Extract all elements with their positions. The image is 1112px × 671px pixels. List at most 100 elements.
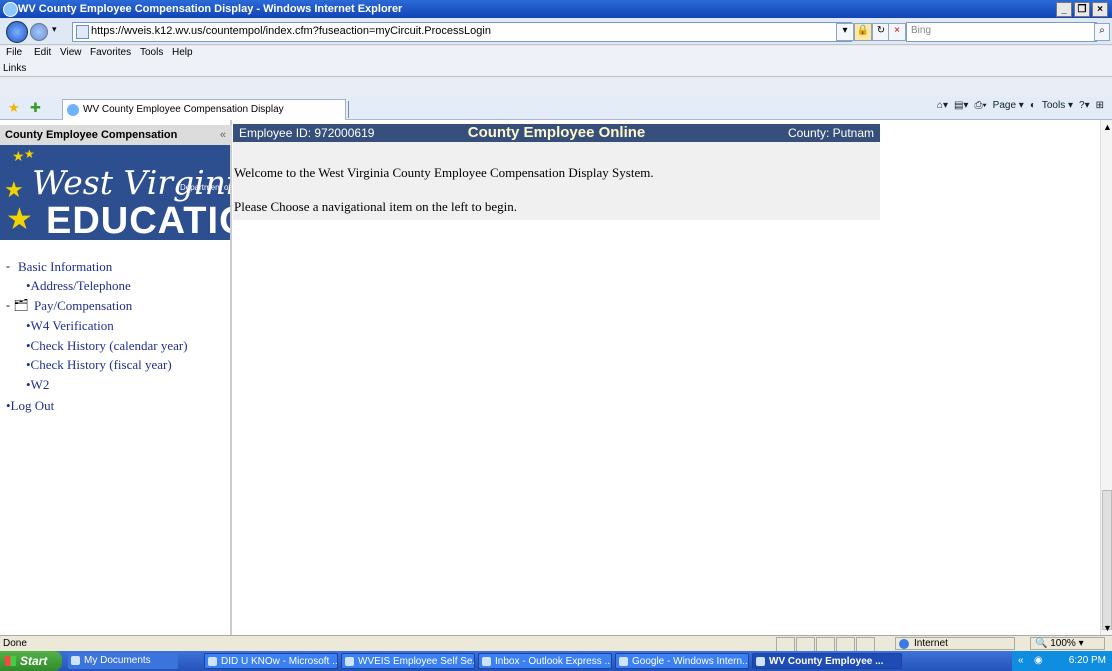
status-segment — [856, 637, 875, 652]
taskbar-item-label: Google - Windows Intern... — [632, 656, 749, 667]
address-toolbar: ▾ https://wveis.k12.wv.us/countempol/ind… — [0, 18, 1112, 45]
home-icon[interactable]: ⌂▾ — [937, 100, 948, 111]
taskbar-item-outlook[interactable]: Inbox - Outlook Express ... — [478, 653, 612, 669]
taskbar-item-wveis[interactable]: WVEIS Employee Self Se... — [341, 653, 475, 669]
links-bar: Links — [0, 61, 1112, 77]
stop-icon[interactable]: × — [888, 23, 906, 41]
maximize-button[interactable]: ❐ — [1074, 2, 1090, 17]
logo-star-icon: ★ — [24, 147, 35, 161]
nav-w2[interactable]: •W2 — [26, 377, 49, 393]
status-segment — [816, 637, 835, 652]
tray-network-icon[interactable]: ◉ — [1034, 651, 1043, 671]
menu-edit[interactable]: Edit — [34, 47, 51, 58]
menu-help[interactable]: Help — [172, 47, 193, 58]
nav-basic-information[interactable]: Basic Information — [18, 259, 112, 275]
menu-view[interactable]: View — [60, 47, 82, 58]
logo-star-icon: ★ — [6, 203, 33, 236]
page-icon — [76, 25, 89, 39]
address-dropdown-icon[interactable]: ▾ — [836, 23, 854, 41]
pay-compensation-toggle[interactable]: - 🗂 — [6, 298, 29, 312]
minimize-button[interactable]: _ — [1056, 2, 1072, 17]
taskbar-item-label: My Documents — [84, 655, 151, 666]
zoom-control[interactable]: 🔍 100% ▾ — [1030, 637, 1105, 650]
status-text: Done — [3, 638, 27, 649]
vertical-scrollbar[interactable]: ▲ ▼ — [1100, 120, 1112, 635]
taskbar-item-wv-county[interactable]: WV County Employee ... — [752, 653, 902, 669]
scroll-up-icon[interactable]: ▲ — [1103, 122, 1112, 132]
scroll-down-icon[interactable]: ▼ — [1103, 623, 1112, 633]
welcome-text: Welcome to the West Virginia County Empl… — [234, 165, 654, 180]
system-tray: « ◉ 6:20 PM — [1012, 651, 1112, 671]
welcome-panel: Welcome to the West Virginia County Empl… — [233, 142, 880, 220]
content-header: County Employee Online Employee ID: 9720… — [233, 124, 880, 142]
nav-log-out[interactable]: •Log Out — [6, 398, 54, 414]
start-button[interactable]: Start — [0, 651, 62, 671]
toolbar-spacer — [0, 78, 1112, 97]
nav-address-telephone[interactable]: •Address/Telephone — [26, 278, 131, 294]
basic-info-toggle[interactable]: - — [6, 259, 10, 273]
taskbar-item-label: WV County Employee ... — [769, 656, 884, 667]
county-label: County: Putnam — [787, 126, 874, 140]
sidebar-title: County Employee Compensation — [5, 129, 178, 141]
history-dropdown-icon[interactable]: ▾ — [52, 24, 57, 35]
start-label: Start — [20, 654, 48, 668]
help-icon[interactable]: ?▾ — [1079, 100, 1090, 111]
employee-id: Employee ID: 972000619 — [239, 126, 375, 140]
nav-check-history-calendar[interactable]: •Check History (calendar year) — [26, 338, 188, 354]
zoom-dropdown-icon: ▾ — [1078, 638, 1084, 649]
tab-title: WV County Employee Compensation Display — [83, 104, 284, 115]
ie-icon — [756, 657, 765, 666]
status-segment — [836, 637, 855, 652]
menu-tools[interactable]: Tools — [140, 47, 163, 58]
logo-department: Department of — [180, 183, 230, 192]
tab-current[interactable]: WV County Employee Compensation Display — [62, 99, 346, 121]
clock[interactable]: 6:20 PM — [1069, 651, 1106, 671]
status-bar: Done Internet 🔍 100% ▾ — [0, 635, 1112, 652]
taskbar-item-google[interactable]: Google - Windows Intern... — [615, 653, 749, 669]
nav-pay-compensation[interactable]: Pay/Compensation — [34, 298, 132, 314]
search-input[interactable]: Bing — [906, 22, 1097, 42]
sidebar-header: County Employee Compensation « — [0, 125, 232, 145]
back-button[interactable] — [6, 21, 28, 43]
tab-page-icon — [67, 104, 79, 116]
logo-education: EDUCATION — [46, 200, 230, 240]
forward-button[interactable] — [30, 23, 48, 41]
tools-menu[interactable]: Tools ▾ — [1042, 100, 1073, 111]
zone-label: Internet — [914, 638, 948, 649]
windows-logo-icon — [5, 656, 16, 666]
address-input[interactable]: https://wveis.k12.wv.us/countempol/index… — [72, 22, 852, 42]
taskbar-item-label: Inbox - Outlook Express ... — [495, 656, 612, 667]
close-button[interactable]: × — [1092, 2, 1108, 17]
search-icon[interactable]: ⌕ — [1094, 23, 1110, 41]
scrollbar-thumb[interactable] — [1102, 490, 1112, 630]
new-tab-divider — [348, 101, 349, 118]
outlook-icon — [482, 657, 491, 666]
taskbar-item-my-documents[interactable]: My Documents — [68, 653, 178, 669]
menu-file[interactable]: File — [6, 47, 22, 58]
menu-favorites[interactable]: Favorites — [90, 47, 131, 58]
favorites-star-icon[interactable]: ★ — [8, 101, 22, 115]
print-icon[interactable]: ⎙▾ — [974, 100, 986, 111]
collapse-icon[interactable]: « — [220, 125, 226, 145]
taskbar-item-word[interactable]: DID U KNOw - Microsoft ... — [204, 653, 338, 669]
research-icon[interactable]: ⊞ — [1096, 100, 1104, 111]
taskbar: Start My Documents DID U KNOw - Microsof… — [0, 651, 1112, 671]
page-menu[interactable]: Page ▾ — [993, 100, 1024, 111]
tab-bar: ★ ✚ WV County Employee Compensation Disp… — [0, 97, 1112, 121]
logo-star-icon: ★ — [12, 148, 25, 164]
word-icon — [208, 657, 217, 666]
tray-expand-icon[interactable]: « — [1018, 651, 1024, 671]
links-label[interactable]: Links — [3, 63, 26, 74]
security-lock-icon[interactable]: 🔒 — [854, 23, 872, 41]
nav-w4-verification[interactable]: •W4 Verification — [26, 318, 114, 334]
folder-icon — [71, 656, 80, 665]
taskbar-item-label: WVEIS Employee Self Se... — [358, 656, 475, 667]
security-zone[interactable]: Internet — [895, 637, 1015, 650]
nav-check-history-fiscal[interactable]: •Check History (fiscal year) — [26, 357, 172, 373]
add-favorites-icon[interactable]: ✚ — [30, 101, 44, 115]
instruction-text: Please Choose a navigational item on the… — [234, 199, 518, 214]
feeds-icon[interactable]: ▤▾ — [954, 100, 968, 111]
safety-icon[interactable]: ◐ — [1030, 100, 1036, 111]
sidebar: County Employee Compensation « ★ ★ ★ ★ W… — [0, 120, 232, 635]
status-segment — [796, 637, 815, 652]
